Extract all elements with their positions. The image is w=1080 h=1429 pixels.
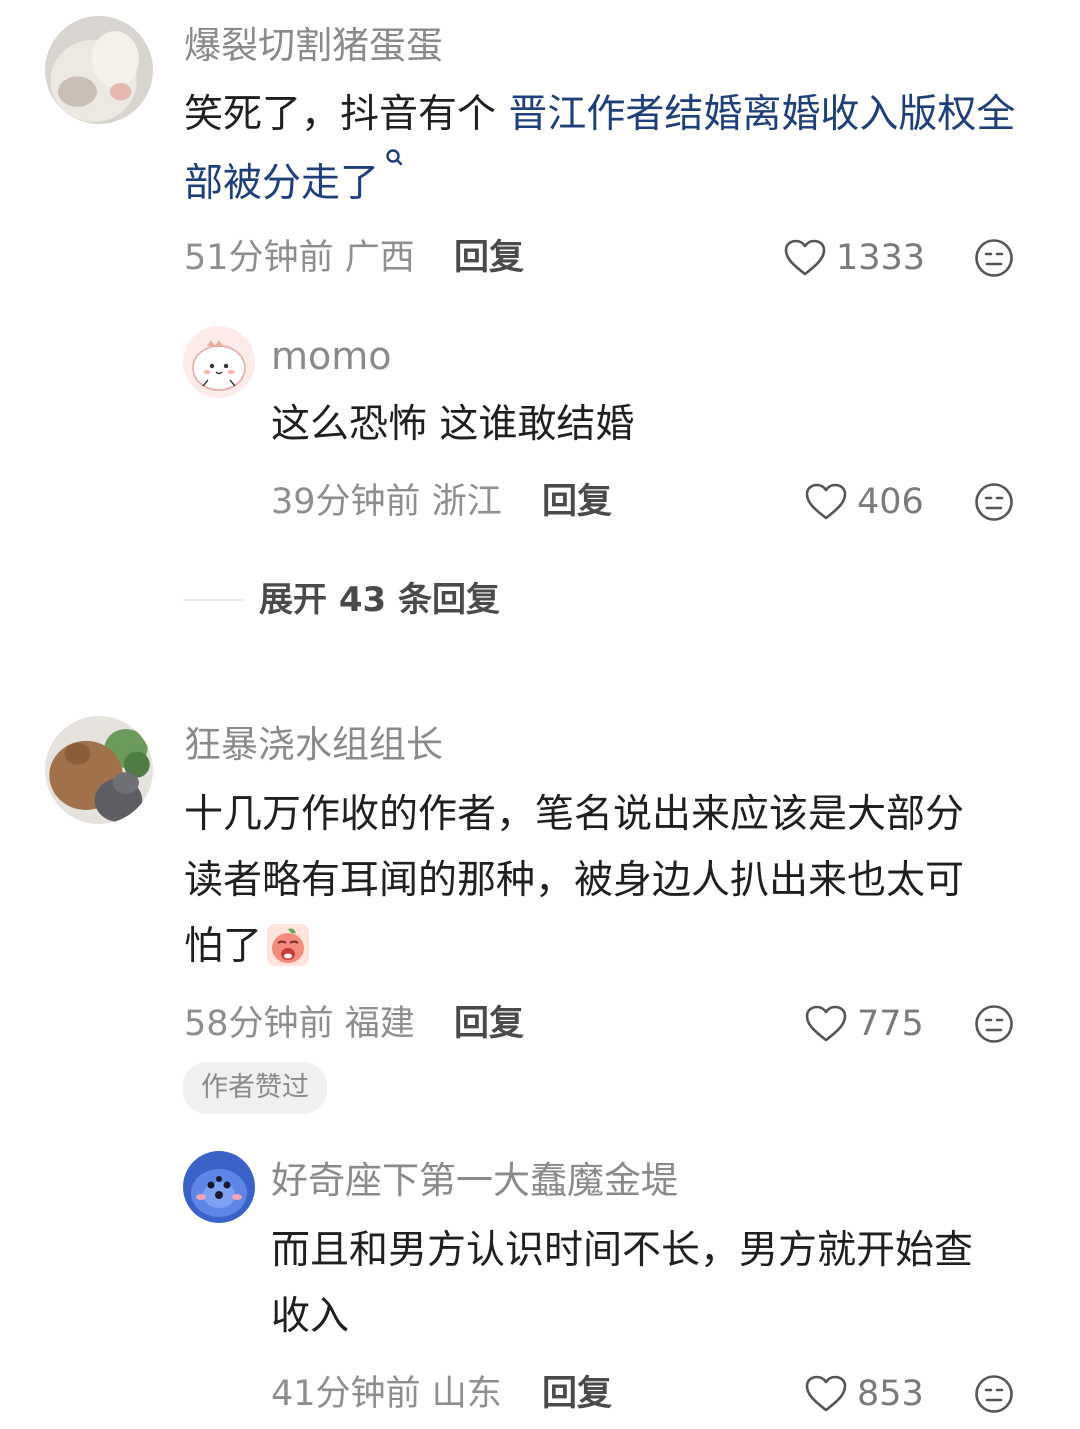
reply-button[interactable]: 回复 (542, 1372, 612, 1416)
reply-location: 山东 (431, 1374, 502, 1414)
like-button[interactable]: 406 (805, 480, 924, 524)
reply-time: 41分钟前 山东 (271, 1372, 502, 1416)
comment-text-line: 怕了 (184, 924, 263, 969)
comment-text: 笑死了，抖音有个 晋江作者结婚离婚收入版权全部被分走了 (184, 82, 1044, 217)
like-button[interactable]: 853 (805, 1372, 924, 1416)
comment-location: 广西 (344, 238, 415, 278)
neutral-face-icon[interactable] (974, 1374, 1014, 1414)
reply-time: 39分钟前 浙江 (271, 480, 502, 524)
reply-username[interactable]: momo (271, 334, 392, 378)
comment-text-plain: 笑死了，抖音有个 (184, 92, 509, 137)
neutral-face-icon[interactable] (974, 482, 1014, 522)
like-count: 853 (857, 1374, 924, 1414)
comment-text-line: 十几万作收的作者，笔名说出来应该是大部分 (184, 792, 965, 837)
comment-location: 福建 (344, 1004, 415, 1044)
comment-time: 51分钟前 广西 (184, 236, 415, 280)
reply-time-text: 41分钟前 (271, 1374, 421, 1414)
author-liked-badge: 作者赞过 (183, 1062, 327, 1114)
like-button[interactable]: 1333 (784, 236, 925, 280)
comment-username[interactable]: 爆裂切割猪蛋蛋 (184, 24, 443, 68)
neutral-face-icon[interactable] (974, 1004, 1014, 1044)
reply-username[interactable]: 好奇座下第一大蠢魔金堤 (271, 1159, 678, 1203)
reply-text: 这么恐怖 这谁敢结婚 (271, 402, 635, 447)
like-count: 406 (857, 482, 924, 522)
comment-text-line-last: 怕了 (184, 914, 1054, 980)
comment-text-line: 读者略有耳闻的那种，被身边人扒出来也太可 (184, 858, 965, 903)
like-count: 1333 (836, 238, 926, 278)
comment-text: 十几万作收的作者，笔名说出来应该是大部分 读者略有耳闻的那种，被身边人扒出来也太… (184, 782, 1054, 980)
neutral-face-icon[interactable] (974, 238, 1014, 278)
heart-icon (805, 1005, 847, 1042)
comment-time-text: 58分钟前 (184, 1004, 334, 1044)
expand-replies-button[interactable]: 展开 43 条回复 (259, 578, 500, 622)
heart-icon (784, 239, 826, 276)
heart-icon (805, 1375, 847, 1412)
reply-text-line: 而且和男方认识时间不长，男方就开始查 (271, 1228, 974, 1273)
reply-avatar[interactable] (183, 326, 255, 398)
reply-button[interactable]: 回复 (542, 480, 612, 524)
reply-avatar[interactable] (183, 1151, 255, 1223)
reply-time-text: 39分钟前 (271, 482, 421, 522)
comment-time-text: 51分钟前 (184, 238, 334, 278)
reply-button[interactable]: 回复 (454, 1002, 524, 1046)
reply-text-line: 收入 (271, 1294, 350, 1339)
avatar[interactable] (45, 16, 153, 124)
like-button[interactable]: 775 (805, 1002, 924, 1046)
heart-icon (805, 483, 847, 520)
like-count: 775 (857, 1004, 924, 1044)
comment-username[interactable]: 狂暴浇水组组长 (184, 723, 443, 767)
expand-divider (183, 599, 243, 601)
reply-button[interactable]: 回复 (454, 236, 524, 280)
crying-peach-emoji (267, 924, 310, 966)
avatar[interactable] (45, 716, 153, 824)
comment-time: 58分钟前 福建 (184, 1002, 415, 1046)
reply-location: 浙江 (431, 482, 502, 522)
reply-text: 而且和男方认识时间不长，男方就开始查 收入 (271, 1218, 1061, 1350)
search-icon[interactable] (385, 148, 403, 178)
